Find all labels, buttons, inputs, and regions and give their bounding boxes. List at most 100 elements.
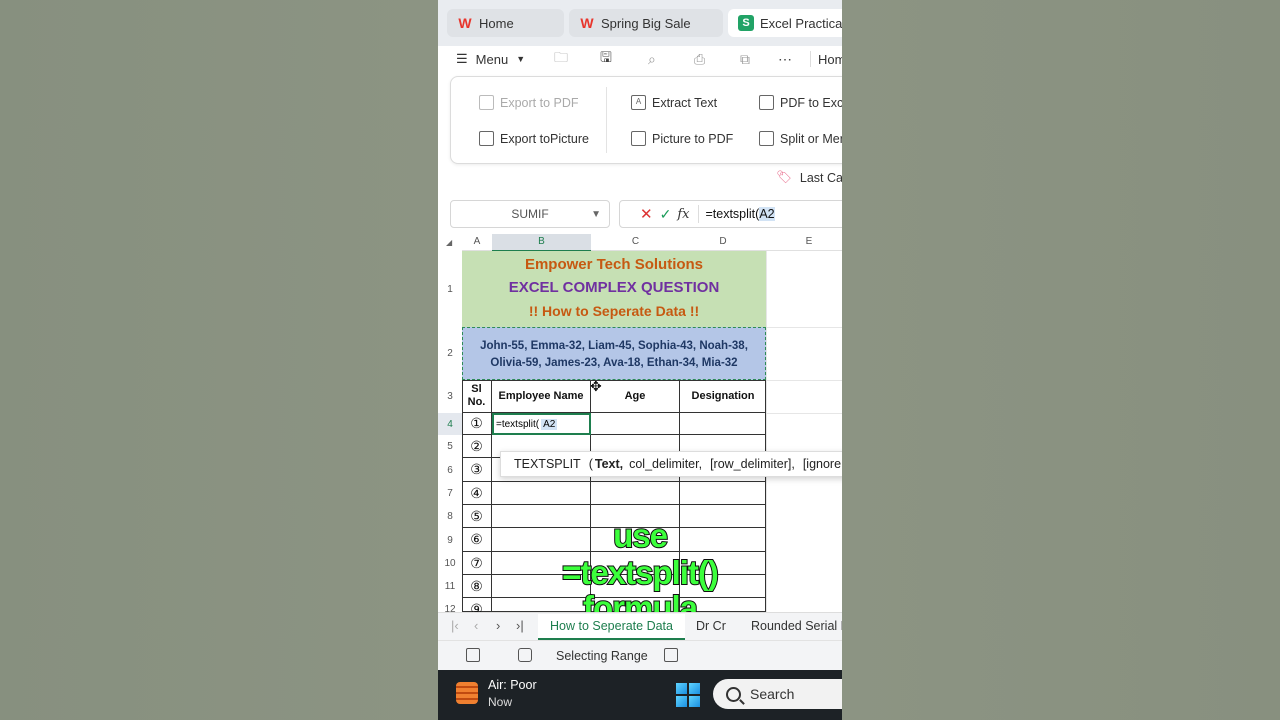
extract-text-button[interactable]: A Extract Text (631, 95, 717, 110)
row-header-4[interactable]: 4 (438, 413, 462, 435)
formula-reference: A2 (759, 207, 775, 221)
status-mode: Selecting Range (556, 649, 648, 663)
header-age[interactable]: Age (591, 380, 680, 413)
tab-spring-sale[interactable]: W Spring Big Sale (569, 9, 723, 37)
table-cell-sl[interactable]: ① (462, 413, 492, 435)
row-header-5[interactable]: 5 (438, 435, 462, 458)
wps-logo-icon: W (580, 15, 594, 31)
table-cell-sl[interactable]: ③ (462, 458, 492, 482)
split-merge-label: Split or Merg (780, 131, 842, 146)
prev-sheet-icon[interactable]: ‹ (474, 618, 478, 633)
picture-to-pdf-button[interactable]: Picture to PDF (631, 131, 733, 146)
weather-status[interactable]: Air: Poor (488, 678, 537, 692)
search-label: Search (750, 686, 795, 702)
wps-logo-icon: W (458, 15, 472, 31)
print-icon[interactable]: ⎙ (694, 48, 705, 70)
pdf-to-excel-button[interactable]: PDF to Excel (759, 95, 842, 110)
gridline (766, 413, 842, 414)
sheet-tab-dr-cr[interactable]: Dr Cr (696, 619, 726, 633)
data-line-2: Olivia-59, James-23, Ava-18, Ethan-34, M… (490, 357, 738, 369)
function-hint-tooltip: TEXTSPLIT ( Text, col_delimiter, [row_de… (500, 451, 842, 477)
taskbar-search[interactable]: Search (713, 679, 842, 709)
macro-icon[interactable] (518, 648, 532, 662)
sheet-tab-how-to-seperate-data[interactable]: How to Seperate Data (538, 614, 685, 640)
tab-home[interactable]: W Home (447, 9, 564, 37)
gridline (766, 327, 842, 328)
table-cell-designation[interactable] (680, 413, 766, 435)
export-pdf-icon (479, 95, 494, 110)
table-cell-age[interactable] (591, 482, 680, 505)
column-header-c[interactable]: C (591, 234, 680, 251)
column-header-e[interactable]: E (766, 234, 842, 251)
home-ribbon-tab[interactable]: Hom (818, 48, 842, 70)
sheet-tab-rounded-serial[interactable]: Rounded Serial N (751, 619, 842, 633)
split-merge-icon (759, 131, 774, 146)
last-sheet-icon[interactable]: ›| (516, 618, 524, 633)
column-header-b[interactable]: B (492, 234, 591, 252)
chevron-down-icon[interactable]: ▼ (591, 209, 601, 220)
caption-line-1: use (612, 516, 669, 555)
function-icon[interactable]: fx (677, 207, 689, 222)
extract-text-icon: A (631, 95, 646, 110)
name-box-value: SUMIF (511, 207, 549, 221)
row-header-2[interactable]: 2 (438, 327, 462, 380)
first-sheet-icon[interactable]: |‹ (451, 618, 459, 633)
column-header-a[interactable]: A (462, 234, 492, 251)
topic-title: !! How to Seperate Data !! (528, 303, 700, 319)
row-header-6[interactable]: 6 (438, 458, 462, 482)
print-preview-icon[interactable]: ⧉ (740, 48, 750, 70)
tab-label: Spring Big Sale (601, 15, 691, 31)
export-to-picture-button[interactable]: Export toPicture (479, 131, 589, 146)
formula-bar[interactable]: ✕ ✓ fx =textsplit(A2 (619, 200, 842, 228)
toolbar-divider (810, 51, 811, 67)
more-options-icon[interactable]: ⋯ (778, 48, 792, 70)
column-header-d[interactable]: D (680, 234, 766, 251)
windows-start-icon[interactable] (676, 683, 700, 707)
header-employee-name[interactable]: Employee Name (492, 380, 591, 413)
confirm-icon[interactable]: ✓ (660, 206, 672, 223)
air-quality-icon[interactable] (456, 682, 478, 704)
table-cell-designation[interactable] (680, 482, 766, 505)
table-cell-sl[interactable]: ② (462, 435, 492, 458)
export-to-pdf-button[interactable]: Export to PDF (479, 95, 579, 110)
save-icon[interactable]: 🖫 (600, 48, 612, 70)
status-bar: Selecting Range (438, 640, 842, 671)
table-cell-sl[interactable]: ④ (462, 482, 492, 505)
name-box[interactable]: SUMIF ▼ (450, 200, 610, 228)
row-header-3[interactable]: 3 (438, 380, 462, 413)
open-folder-icon[interactable]: 🗀 (554, 48, 568, 70)
tab-excel-practicals[interactable]: S Excel Practicals.x (728, 9, 842, 37)
menu-button[interactable]: ☰ Menu ▼ (456, 48, 525, 70)
row-header-1[interactable]: 1 (438, 251, 462, 327)
split-merge-button[interactable]: Split or Merg (759, 131, 842, 146)
hamburger-icon: ☰ (456, 51, 468, 66)
weather-time: Now (488, 695, 513, 709)
formula-input[interactable]: =textsplit(A2 (705, 207, 775, 221)
export-picture-label: Export toPicture (500, 131, 589, 146)
select-all-corner[interactable]: ◢ (446, 238, 452, 247)
sheet-tab-bar: |‹ ‹ › ›| How to Seperate Data Dr Cr Rou… (438, 612, 842, 641)
search-icon (726, 686, 741, 702)
tooltip-function-name: TEXTSPLIT (514, 457, 581, 471)
title-merged-cell[interactable]: Empower Tech Solutions EXCEL COMPLEX QUE… (462, 251, 766, 327)
page-view-icon[interactable] (466, 648, 480, 662)
source-data-text: John-55, Emma-32, Liam-45, Sophia-43, No… (467, 338, 761, 372)
picture-to-pdf-label: Picture to PDF (652, 131, 734, 146)
active-cell-editor[interactable]: =textsplit(A2 (492, 413, 591, 435)
tab-bar: W Home W Spring Big Sale S Excel Practic… (438, 0, 842, 46)
promo-banner[interactable]: 🏷 Last Call (776, 170, 842, 185)
source-data-cell-a2[interactable]: John-55, Emma-32, Liam-45, Sophia-43, No… (462, 327, 766, 380)
row-header-7[interactable]: 7 (438, 482, 462, 505)
question-title: EXCEL COMPLEX QUESTION (508, 279, 720, 296)
format-painter-icon[interactable]: ⌕ (648, 48, 656, 70)
layout-icon[interactable] (664, 648, 678, 662)
header-sl-no[interactable]: Sl No. (462, 380, 492, 413)
next-sheet-icon[interactable]: › (496, 618, 500, 633)
cancel-icon[interactable]: ✕ (640, 205, 653, 223)
header-designation[interactable]: Designation (680, 380, 766, 413)
tooltip-arg-ignore: [ignore (802, 457, 842, 471)
table-cell-age[interactable] (591, 413, 680, 435)
os-taskbar: Air: Poor Now Search (438, 670, 842, 720)
table-cell-name[interactable] (492, 482, 591, 505)
caption-line-2: =textsplit() (561, 553, 720, 592)
